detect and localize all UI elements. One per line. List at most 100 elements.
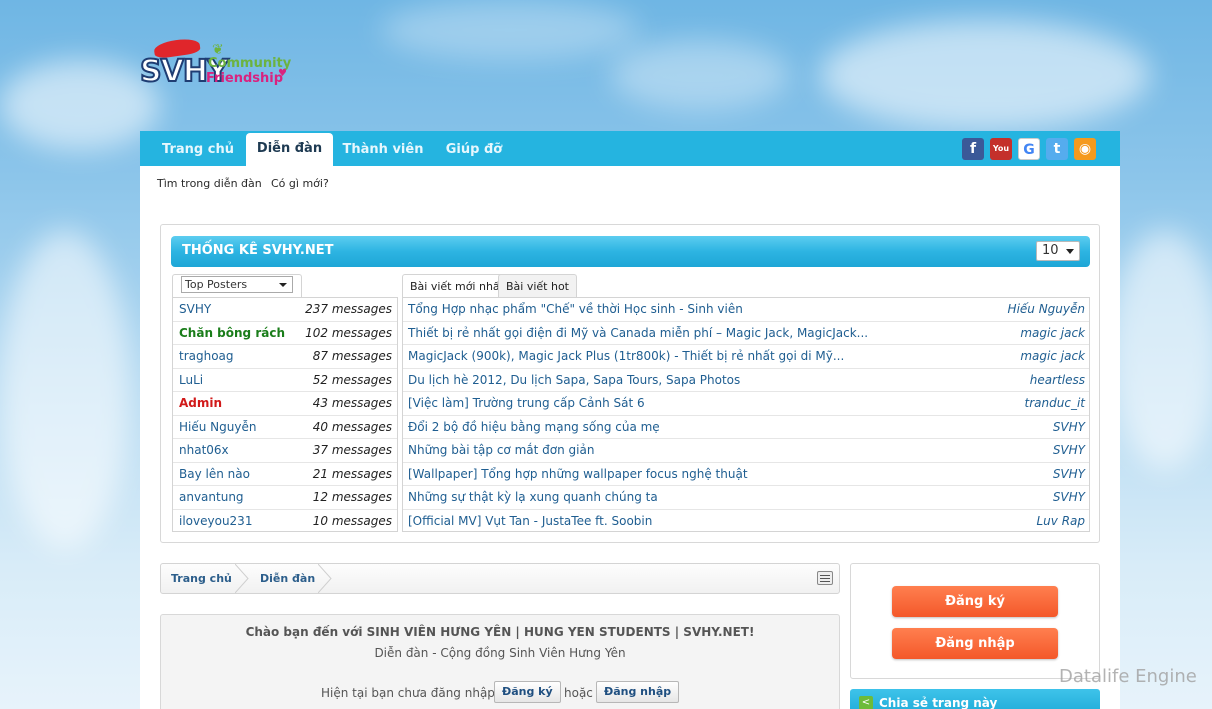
site-logo[interactable]: SVHY ❦ Community Friendship ♥ — [139, 36, 300, 96]
heart-icon: ♥ — [278, 68, 287, 79]
share-label: Chia sẻ trang này — [879, 696, 998, 709]
post-title[interactable]: Du lịch hè 2012, Du lịch Sapa, Sapa Tour… — [408, 373, 740, 387]
welcome-box: Chào bạn đến với SINH VIÊN HƯNG YÊN | HU… — [160, 614, 840, 709]
poster-name[interactable]: Bay lên nào — [179, 467, 250, 481]
twitter-icon[interactable]: t — [1046, 138, 1068, 160]
share-icon: < — [859, 696, 873, 709]
post-title[interactable]: [Việc làm] Trường trung cấp Cảnh Sát 6 — [408, 396, 645, 410]
poster-count: 21 messages — [312, 466, 392, 481]
post-title[interactable]: [Wallpaper] Tổng hợp những wallpaper foc… — [408, 467, 748, 481]
chevron-down-icon — [279, 283, 287, 287]
post-author[interactable]: Hiếu Nguyễn — [1008, 302, 1085, 316]
post-title[interactable]: MagicJack (900k), Magic Jack Plus (1tr80… — [408, 349, 844, 363]
stats-header: THỐNG KÊ SVHY.NET 10 — [171, 236, 1090, 267]
list-item: [Official MV] Vụt Tan - JustaTee ft. Soo… — [403, 510, 1089, 534]
tab-latest-posts[interactable]: Bài viết mới nhất — [402, 274, 512, 298]
post-author[interactable]: SVHY — [1053, 467, 1085, 481]
poster-count: 10 messages — [312, 513, 392, 528]
list-item: nhat06x 37 messages — [173, 439, 397, 463]
poster-name[interactable]: Chăn bông rách — [179, 326, 285, 340]
list-item: Những bài tập cơ mắt đơn giản SVHY — [403, 439, 1089, 463]
list-item: [Việc làm] Trường trung cấp Cảnh Sát 6 t… — [403, 392, 1089, 416]
login-inline-button[interactable]: Đăng nhập — [596, 681, 680, 703]
list-item: iloveyou231 10 messages — [173, 510, 397, 534]
tab-hot-posts[interactable]: Bài viết hot — [498, 274, 577, 298]
google-icon[interactable]: G — [1018, 138, 1040, 160]
tab-home[interactable]: Trang chủ — [154, 131, 242, 166]
whats-new-link[interactable]: Có gì mới? — [271, 177, 329, 190]
list-item: Hiếu Nguyễn 40 messages — [173, 416, 397, 439]
count-select[interactable]: 10 — [1036, 241, 1080, 261]
welcome-title: Chào bạn đến với SINH VIÊN HƯNG YÊN | HU… — [245, 625, 755, 639]
post-title[interactable]: Đổi 2 bộ đồ hiệu bằng mạng sống của mẹ — [408, 420, 660, 434]
breadcrumb-home[interactable]: Trang chủ — [171, 572, 232, 585]
facebook-icon[interactable]: f — [962, 138, 984, 160]
post-title[interactable]: Những bài tập cơ mắt đơn giản — [408, 443, 594, 457]
post-author[interactable]: SVHY — [1053, 420, 1085, 434]
posts-panel: Bài viết mới nhất Bài viết hot Tổng Hợp … — [402, 274, 1090, 532]
list-item: Admin 43 messages — [173, 392, 397, 416]
poster-count: 43 messages — [312, 396, 392, 410]
poster-name[interactable]: Admin — [179, 396, 222, 410]
breadcrumb-separator — [318, 564, 332, 593]
poster-name[interactable]: SVHY — [179, 302, 211, 316]
list-item: Đổi 2 bộ đồ hiệu bằng mạng sống của mẹ S… — [403, 416, 1089, 439]
post-author[interactable]: magic jack — [1020, 326, 1085, 340]
stats-box: THỐNG KÊ SVHY.NET 10 Top Posters SVHY 23… — [160, 224, 1100, 543]
post-title[interactable]: Tổng Hợp nhạc phẩm "Chế" về thời Học sin… — [408, 302, 743, 316]
poster-filter-select[interactable]: Top Posters — [181, 276, 293, 293]
list-item: Chăn bông rách 102 messages — [173, 322, 397, 345]
post-author[interactable]: SVHY — [1053, 490, 1085, 504]
post-author[interactable]: Luv Rap — [1036, 514, 1085, 528]
watermark: Datalife Engine — [1059, 666, 1197, 687]
youtube-icon[interactable]: You — [990, 138, 1012, 160]
tab-forum[interactable]: Diễn đàn — [246, 133, 333, 166]
tab-help[interactable]: Giúp đỡ — [438, 131, 510, 166]
breadcrumb-forum[interactable]: Diễn đàn — [260, 572, 315, 585]
poster-name[interactable]: Hiếu Nguyễn — [179, 420, 256, 434]
poster-list: SVHY 237 messages Chăn bông rách 102 mes… — [172, 297, 398, 532]
poster-name[interactable]: anvantung — [179, 490, 244, 504]
rss-icon[interactable]: ◉ — [1074, 138, 1096, 160]
poster-count: 12 messages — [312, 490, 392, 504]
top-posters-panel: Top Posters SVHY 237 messages Chăn bông … — [172, 274, 398, 532]
poster-name[interactable]: LuLi — [179, 373, 203, 387]
list-item: SVHY 237 messages — [173, 298, 397, 322]
poster-name[interactable]: nhat06x — [179, 443, 229, 457]
post-author[interactable]: magic jack — [1020, 349, 1085, 363]
tab-members[interactable]: Thành viên — [338, 131, 428, 166]
stats-title: THỐNG KÊ SVHY.NET — [182, 243, 334, 258]
breadcrumb: Trang chủ Diễn đàn — [160, 563, 840, 594]
post-title[interactable]: Thiết bị rẻ nhất gọi điện đi Mỹ và Canad… — [408, 326, 868, 340]
list-item: anvantung 12 messages — [173, 486, 397, 510]
register-button[interactable]: Đăng ký — [892, 586, 1058, 617]
poster-count: 102 messages — [305, 325, 392, 340]
list-item: MagicJack (900k), Magic Jack Plus (1tr80… — [403, 345, 1089, 369]
count-select-value: 10 — [1042, 243, 1059, 258]
menu-icon[interactable] — [817, 571, 833, 585]
post-author[interactable]: tranduc_it — [1025, 396, 1085, 410]
or-text: hoặc — [564, 686, 593, 700]
poster-count: 87 messages — [312, 349, 392, 363]
account-box: Đăng ký Đăng nhập — [850, 563, 1100, 679]
share-page-bar[interactable]: < Chia sẻ trang này — [850, 689, 1100, 709]
list-item: Thiết bị rẻ nhất gọi điện đi Mỹ và Canad… — [403, 322, 1089, 345]
post-author[interactable]: heartless — [1030, 373, 1085, 387]
poster-name[interactable]: iloveyou231 — [179, 514, 252, 528]
register-inline-button[interactable]: Đăng ký — [494, 681, 561, 703]
list-item: LuLi 52 messages — [173, 369, 397, 392]
post-title[interactable]: Những sự thật kỳ lạ xung quanh chúng ta — [408, 490, 658, 504]
list-item: [Wallpaper] Tổng hợp những wallpaper foc… — [403, 463, 1089, 486]
breadcrumb-separator — [235, 564, 249, 593]
search-forum-link[interactable]: Tìm trong diễn đàn — [157, 177, 262, 190]
poster-count: 52 messages — [312, 372, 392, 387]
post-title[interactable]: [Official MV] Vụt Tan - JustaTee ft. Soo… — [408, 514, 652, 528]
list-item: Du lịch hè 2012, Du lịch Sapa, Sapa Tour… — [403, 369, 1089, 392]
poster-name[interactable]: traghoag — [179, 349, 234, 363]
login-button[interactable]: Đăng nhập — [892, 628, 1058, 659]
list-item: Những sự thật kỳ lạ xung quanh chúng ta … — [403, 486, 1089, 510]
list-item: Bay lên nào 21 messages — [173, 463, 397, 486]
post-author[interactable]: SVHY — [1053, 443, 1085, 457]
welcome-subtitle: Diễn đàn - Cộng đồng Sinh Viên Hưng Yên — [374, 646, 626, 660]
poster-count: 37 messages — [312, 443, 392, 457]
